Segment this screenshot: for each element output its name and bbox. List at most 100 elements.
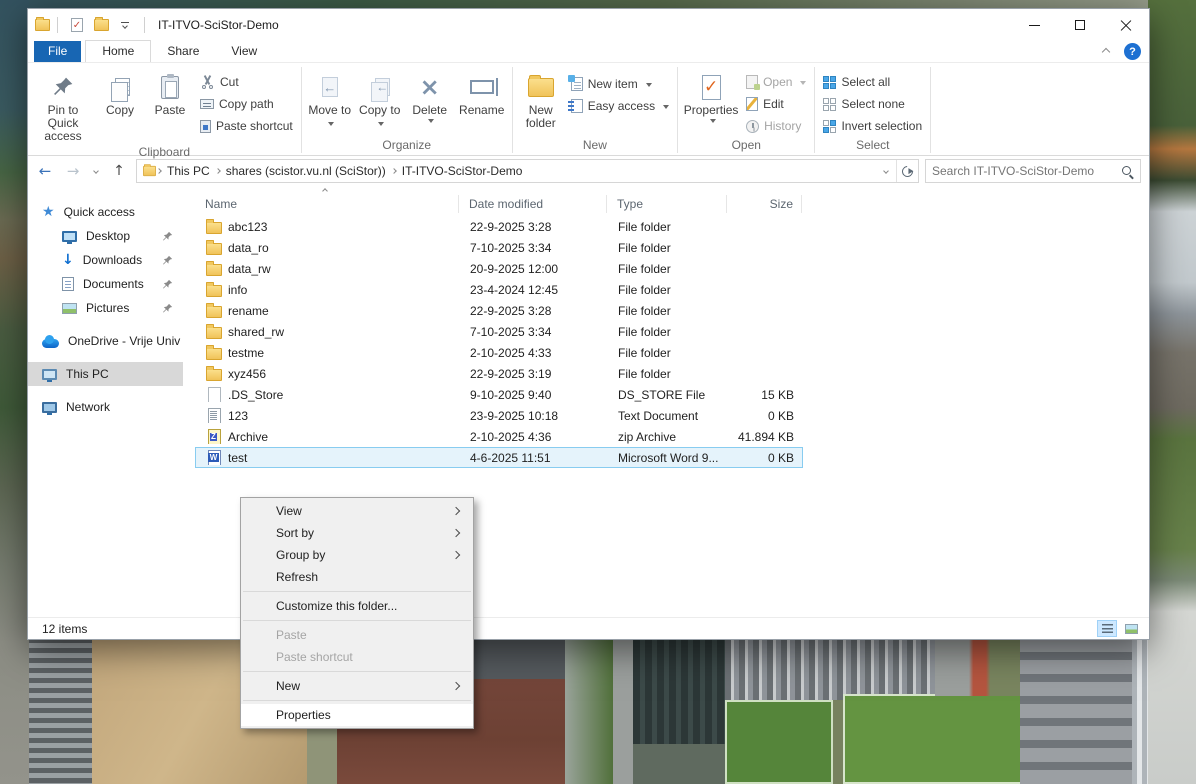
menu-item-new[interactable]: New xyxy=(241,675,473,697)
tab-view[interactable]: View xyxy=(215,41,273,62)
file-type: File folder xyxy=(608,304,728,318)
help-button[interactable]: ? xyxy=(1124,43,1141,60)
select-all-button[interactable]: Select all xyxy=(819,72,926,92)
picture-icon xyxy=(62,303,77,314)
copy-path-button[interactable]: Copy path xyxy=(196,94,297,114)
tab-file[interactable]: File xyxy=(34,41,81,62)
qat-properties-button[interactable]: ✓ xyxy=(65,14,89,36)
paste-button[interactable]: Paste xyxy=(146,68,194,117)
sidebar-item-desktop[interactable]: Desktop xyxy=(28,224,183,248)
chevron-down-icon xyxy=(883,168,889,174)
table-row[interactable]: rename 22-9-2025 3:28 File folder xyxy=(195,300,803,321)
close-button[interactable] xyxy=(1103,9,1149,41)
minimize-button[interactable] xyxy=(1011,9,1057,41)
history-button[interactable]: History xyxy=(742,116,810,136)
menu-item-properties[interactable]: Properties xyxy=(241,704,473,726)
up-button[interactable]: ↑ xyxy=(108,160,130,182)
column-header-type[interactable]: Type xyxy=(607,195,727,213)
column-header-date-modified[interactable]: Date modified xyxy=(459,195,607,213)
tab-share[interactable]: Share xyxy=(151,41,215,62)
table-row[interactable]: data_rw 20-9-2025 12:00 File folder xyxy=(195,258,803,279)
sidebar-item-label: Desktop xyxy=(86,229,130,243)
qat-new-folder-button[interactable] xyxy=(89,14,113,36)
sidebar-item-pictures[interactable]: Pictures xyxy=(28,296,183,320)
menu-item-group-by[interactable]: Group by xyxy=(241,544,473,566)
new-body: New folder New item Easy access xyxy=(517,65,673,136)
open-button[interactable]: Open xyxy=(742,72,810,92)
properties-button[interactable]: ✓ Properties xyxy=(682,68,740,124)
new-folder-icon xyxy=(528,70,554,104)
sidebar-item-downloads[interactable]: ↓ Downloads xyxy=(28,248,183,272)
rename-button[interactable]: Rename xyxy=(456,68,508,117)
easy-access-button[interactable]: Easy access xyxy=(567,96,673,116)
file-type: Microsoft Word 9... xyxy=(608,451,728,465)
sidebar-item-this-pc[interactable]: This PC xyxy=(28,362,183,386)
maximize-button[interactable] xyxy=(1057,9,1103,41)
thumbnails-view-button[interactable] xyxy=(1121,620,1141,637)
table-row[interactable]: 123 23-9-2025 10:18 Text Document 0 KB xyxy=(195,405,803,426)
menu-item-view[interactable]: View xyxy=(241,500,473,522)
menu-item-sort-by[interactable]: Sort by xyxy=(241,522,473,544)
address-dropdown-button[interactable] xyxy=(876,160,896,182)
tab-home[interactable]: Home xyxy=(85,40,151,62)
select-none-button[interactable]: Select none xyxy=(819,94,926,114)
paste-shortcut-button[interactable]: Paste shortcut xyxy=(196,116,297,136)
folder-icon xyxy=(206,303,221,318)
delete-button[interactable]: × Delete xyxy=(406,68,454,124)
table-row[interactable]: .DS_Store 9-10-2025 9:40 DS_STORE File 1… xyxy=(195,384,803,405)
menu-item-paste-shortcut[interactable]: Paste shortcut xyxy=(241,646,473,668)
pin-to-quick-access-button[interactable]: Pin to Quick access xyxy=(32,68,94,143)
status-bar: 12 items xyxy=(28,617,1149,639)
sidebar-item-label: OneDrive - Vrije Univ xyxy=(68,334,180,348)
table-row[interactable]: xyz456 22-9-2025 3:19 File folder xyxy=(195,363,803,384)
file-size: 0 KB xyxy=(728,409,802,423)
minimize-ribbon-button[interactable] xyxy=(1098,44,1114,60)
copy-to-button[interactable]: ← Copy to xyxy=(356,68,404,130)
column-header-name[interactable]: Name xyxy=(195,195,459,213)
table-row[interactable]: shared_rw 7-10-2025 3:34 File folder xyxy=(195,321,803,342)
breadcrumb-current-folder[interactable]: IT-ITVO-SciStor-Demo xyxy=(396,164,529,178)
edit-button[interactable]: Edit xyxy=(742,94,810,114)
new-folder-button[interactable]: New folder xyxy=(517,68,565,130)
column-header-size[interactable]: Size xyxy=(727,195,802,213)
table-row[interactable]: data_ro 7-10-2025 3:34 File folder xyxy=(195,237,803,258)
back-button[interactable]: ← xyxy=(34,160,56,182)
menu-item-refresh[interactable]: Refresh xyxy=(241,566,473,588)
sidebar-item-documents[interactable]: Documents xyxy=(28,272,183,296)
breadcrumb-shares[interactable]: shares (scistor.vu.nl (SciStor)) xyxy=(220,164,392,178)
forward-button[interactable]: → xyxy=(62,160,84,182)
menu-item-customize-folder[interactable]: Customize this folder... xyxy=(241,595,473,617)
sidebar-item-network[interactable]: Network xyxy=(28,395,183,419)
explorer-window: ✓ IT-ITVO-SciStor-Demo File Home Share V… xyxy=(27,8,1150,640)
copy-button[interactable]: Copy xyxy=(96,68,144,117)
file-name: data_rw xyxy=(228,262,271,276)
history-icon xyxy=(746,120,759,133)
new-group-label: New xyxy=(517,136,673,155)
file-type: File folder xyxy=(608,220,728,234)
breadcrumb-this-pc[interactable]: This PC xyxy=(161,164,216,178)
recent-locations-button[interactable] xyxy=(90,169,102,173)
search-input[interactable] xyxy=(932,164,1117,178)
breadcrumb[interactable]: This PC shares (scistor.vu.nl (SciStor))… xyxy=(136,159,919,183)
bg-region xyxy=(1020,638,1132,784)
refresh-button[interactable] xyxy=(896,160,918,182)
qat-customize-button[interactable] xyxy=(113,14,137,36)
invert-selection-button[interactable]: Invert selection xyxy=(819,116,926,136)
open-icon xyxy=(746,75,758,89)
table-row-selected[interactable]: Wtest 4-6-2025 11:51 Microsoft Word 9...… xyxy=(195,447,803,468)
sidebar-item-onedrive[interactable]: OneDrive - Vrije Univ xyxy=(28,329,183,353)
details-view-button[interactable] xyxy=(1097,620,1117,637)
table-row[interactable]: info 23-4-2024 12:45 File folder xyxy=(195,279,803,300)
search-icon[interactable] xyxy=(1121,165,1134,178)
menu-item-paste[interactable]: Paste xyxy=(241,624,473,646)
table-row[interactable]: abc123 22-9-2025 3:28 File folder xyxy=(195,216,803,237)
cut-button[interactable]: Cut xyxy=(196,72,297,92)
open-body: ✓ Properties Open Edit xyxy=(682,65,810,136)
table-row[interactable]: ZArchive 2-10-2025 4:36 zip Archive 41.8… xyxy=(195,426,803,447)
move-to-button[interactable]: ← Move to xyxy=(306,68,354,130)
table-row[interactable]: testme 2-10-2025 4:33 File folder xyxy=(195,342,803,363)
explorer-app-icon[interactable] xyxy=(35,19,50,31)
new-item-button[interactable]: New item xyxy=(567,74,673,94)
sidebar-item-quick-access[interactable]: ★ Quick access xyxy=(28,200,183,224)
file-icon xyxy=(206,387,221,402)
